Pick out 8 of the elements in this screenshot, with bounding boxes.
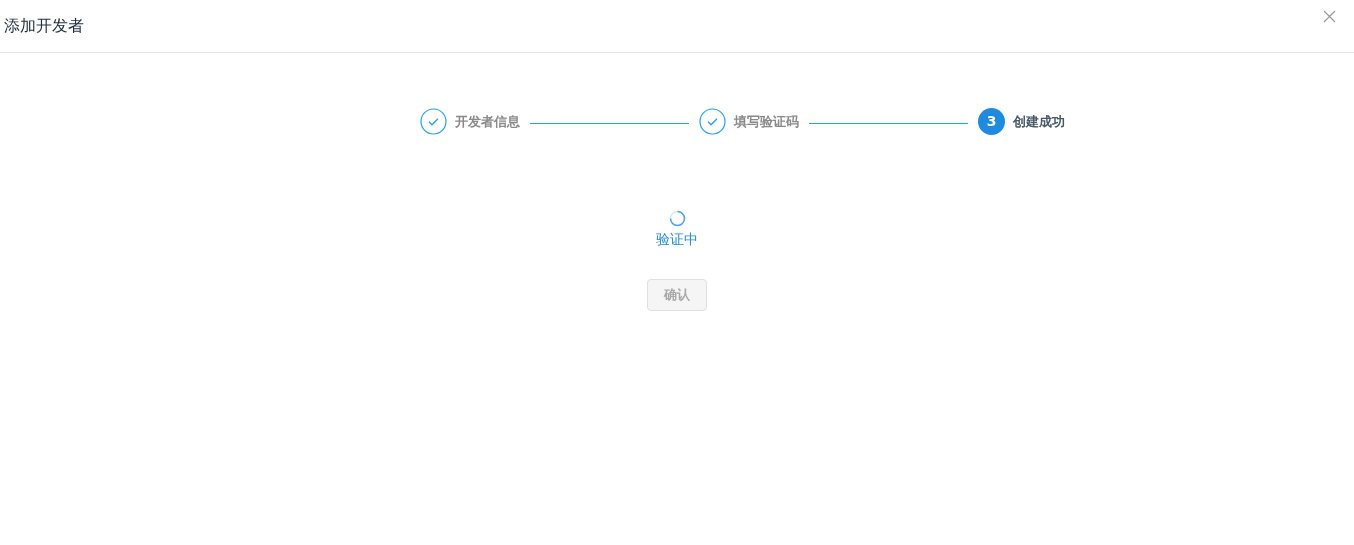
dialog-title: 添加开发者 bbox=[4, 16, 84, 36]
loading-spinner-icon bbox=[668, 210, 686, 227]
step-label: 开发者信息 bbox=[455, 112, 520, 131]
progress-text: 验证中 bbox=[656, 230, 698, 249]
step-number: 3 bbox=[978, 108, 1005, 135]
step-label: 填写验证码 bbox=[734, 112, 799, 131]
close-icon[interactable] bbox=[1323, 10, 1336, 23]
step-label: 创建成功 bbox=[1013, 112, 1065, 131]
